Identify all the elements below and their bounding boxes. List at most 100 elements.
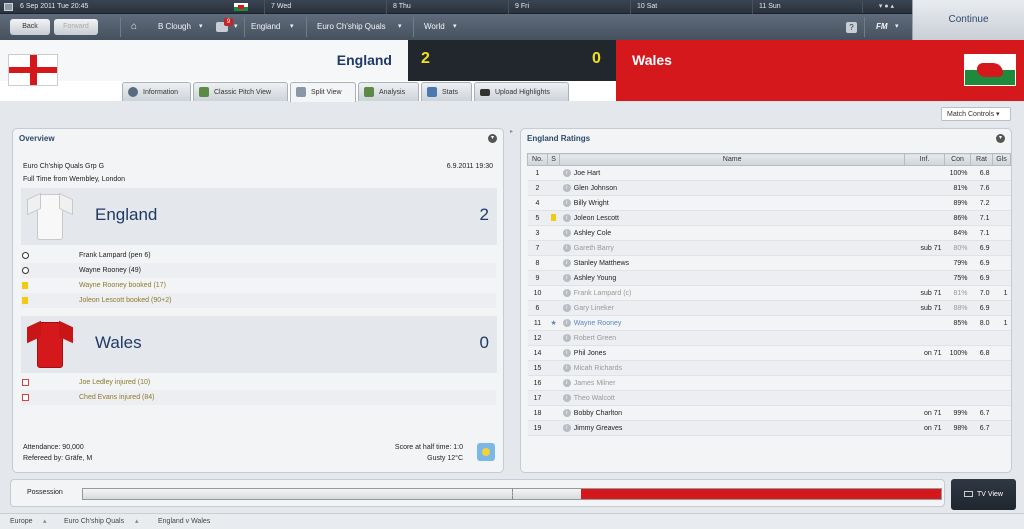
player-info-icon[interactable]: i (562, 259, 571, 267)
table-row[interactable]: 4 i Billy Wright 89% 7.2 (527, 195, 1011, 211)
calendar-icon[interactable] (4, 3, 13, 11)
day-10[interactable]: 10 Sat (630, 0, 752, 14)
table-row[interactable]: 2 i Glen Johnson 81% 7.6 (527, 180, 1011, 196)
tab-stats[interactable]: Stats (421, 82, 472, 101)
chevron-up-icon[interactable]: ▴ (43, 514, 47, 529)
player-name-link[interactable]: Robert Green (574, 335, 616, 342)
column-header[interactable]: S (546, 153, 561, 166)
player-name-link[interactable]: Micah Richards (574, 365, 622, 372)
player-name-link[interactable]: Bobby Charlton (574, 410, 622, 417)
away-team-title[interactable]: Wales (95, 333, 142, 353)
panel-menu-icon[interactable]: ▾ (996, 134, 1005, 143)
help-button[interactable]: ? (846, 22, 857, 33)
table-row[interactable]: 16 i James Milner (527, 375, 1011, 391)
world-menu[interactable]: World (424, 14, 445, 40)
column-header[interactable]: Gls (992, 153, 1011, 166)
away-team-name[interactable]: Wales (632, 52, 672, 68)
player-name-link[interactable]: Theo Walcott (574, 395, 615, 402)
player-info-icon[interactable]: i (562, 424, 571, 432)
player-info-icon[interactable]: i (562, 409, 571, 417)
player-name-link[interactable]: Ashley Cole (574, 230, 611, 237)
player-name-link[interactable]: Joe Hart (574, 170, 600, 177)
player-name-link[interactable]: Frank Lampard (c) (574, 290, 632, 297)
player-info-icon[interactable]: i (562, 169, 571, 177)
player-info-icon[interactable]: i (562, 379, 571, 387)
breadcrumb-competition[interactable]: Euro Ch'ship Quals (64, 514, 124, 529)
competition-label[interactable]: Euro Ch'ship Quals Grp G (23, 163, 104, 170)
table-row[interactable]: 1 i Joe Hart 100% 6.8 (527, 165, 1011, 181)
forward-button[interactable]: Forward (54, 19, 98, 35)
table-row[interactable]: 18 i Bobby Charlton on 71 99% 6.7 (527, 405, 1011, 421)
player-name-link[interactable]: Wayne Rooney (574, 320, 622, 327)
player-info-icon[interactable]: i (562, 289, 571, 297)
table-row[interactable]: 14 i Phil Jones on 71 100% 6.8 (527, 345, 1011, 361)
home-icon[interactable]: ⌂ (131, 22, 141, 32)
player-info-icon[interactable]: i (562, 244, 571, 252)
tv-view-button[interactable]: TV View (951, 479, 1016, 510)
column-header[interactable]: Rat (970, 153, 993, 166)
table-row[interactable]: 12 i Robert Green (527, 330, 1011, 346)
column-header[interactable]: No. (527, 153, 548, 166)
table-row[interactable]: 5 i Joleon Lescott 86% 7.1 (527, 210, 1011, 226)
panel-divider[interactable]: ▸ (510, 128, 514, 135)
table-row[interactable]: 10 i Frank Lampard (c) sub 71 81% 7.0 1 (527, 285, 1011, 301)
continue-button[interactable]: Continue (912, 0, 1024, 40)
player-info-icon[interactable]: i (562, 229, 571, 237)
player-info-icon[interactable]: i (562, 334, 571, 342)
fm-menu[interactable]: FM (876, 14, 888, 40)
player-info-icon[interactable]: i (562, 199, 571, 207)
day-8[interactable]: 8 Thu (386, 0, 508, 14)
player-name-link[interactable]: Stanley Matthews (574, 260, 629, 267)
table-row[interactable]: 7 i Gareth Barry sub 71 80% 6.9 (527, 240, 1011, 256)
column-header[interactable]: Inf. (904, 153, 945, 166)
manager-menu[interactable]: B Clough (158, 14, 191, 40)
player-info-icon[interactable]: i (562, 319, 571, 327)
player-name-link[interactable]: Gareth Barry (574, 245, 614, 252)
player-info-icon[interactable]: i (562, 214, 571, 222)
panel-menu-icon[interactable]: ▾ (488, 134, 497, 143)
breadcrumb-europe[interactable]: Europe (10, 514, 33, 529)
nation-menu[interactable]: England (251, 14, 280, 40)
day-7[interactable]: 7 Wed (264, 0, 386, 14)
player-name-link[interactable]: Jimmy Greaves (574, 425, 623, 432)
tab-analysis[interactable]: Analysis (358, 82, 419, 101)
timeline-controls[interactable]: ▾ ● ▴ (862, 1, 910, 13)
tab-classic-pitch-view[interactable]: Classic Pitch View (193, 82, 288, 101)
player-info-icon[interactable]: i (562, 304, 571, 312)
breadcrumb-match[interactable]: England v Wales (158, 514, 210, 529)
goals-cell (992, 300, 1011, 316)
table-row[interactable]: 8 i Stanley Matthews 79% 6.9 (527, 255, 1011, 271)
tab-upload-highlights[interactable]: Upload Highlights (474, 82, 569, 101)
table-row[interactable]: 17 i Theo Walcott (527, 390, 1011, 406)
home-team-title[interactable]: England (95, 205, 157, 225)
player-name-link[interactable]: Joleon Lescott (574, 215, 619, 222)
player-info-icon[interactable]: i (562, 364, 571, 372)
column-header[interactable]: Name (559, 153, 905, 166)
table-row[interactable]: 6 i Gary Lineker sub 71 88% 6.9 (527, 300, 1011, 316)
table-row[interactable]: 19 i Jimmy Greaves on 71 98% 6.7 (527, 420, 1011, 436)
player-name-link[interactable]: Gary Lineker (574, 305, 614, 312)
match-controls-button[interactable]: Match Controls ▾ (941, 107, 1011, 121)
player-info-icon[interactable]: i (562, 349, 571, 357)
table-row[interactable]: 9 i Ashley Young 75% 6.9 (527, 270, 1011, 286)
player-info-icon[interactable]: i (562, 274, 571, 282)
table-row[interactable]: 15 i Micah Richards (527, 360, 1011, 376)
competition-menu[interactable]: Euro Ch'ship Quals (317, 14, 386, 40)
player-name-link[interactable]: Ashley Young (574, 275, 616, 282)
table-row[interactable]: 3 i Ashley Cole 84% 7.1 (527, 225, 1011, 241)
player-info-icon[interactable]: i (562, 184, 571, 192)
tab-information[interactable]: Information (122, 82, 191, 101)
player-name-link[interactable]: Billy Wright (574, 200, 609, 207)
day-11[interactable]: 11 Sun (752, 0, 862, 14)
player-name-link[interactable]: Glen Johnson (574, 185, 617, 192)
day-9[interactable]: 9 Fri (508, 0, 630, 14)
chevron-up-icon[interactable]: ▴ (135, 514, 139, 529)
tab-split-view[interactable]: Split View (290, 82, 356, 102)
column-header[interactable]: Con (944, 153, 971, 166)
player-name-link[interactable]: Phil Jones (574, 350, 606, 357)
home-team-name[interactable]: England (337, 52, 392, 68)
player-name-link[interactable]: James Milner (574, 380, 616, 387)
back-button[interactable]: Back (10, 19, 50, 35)
table-row[interactable]: 11 ★ i Wayne Rooney 85% 8.0 1 (527, 315, 1011, 331)
player-info-icon[interactable]: i (562, 394, 571, 402)
